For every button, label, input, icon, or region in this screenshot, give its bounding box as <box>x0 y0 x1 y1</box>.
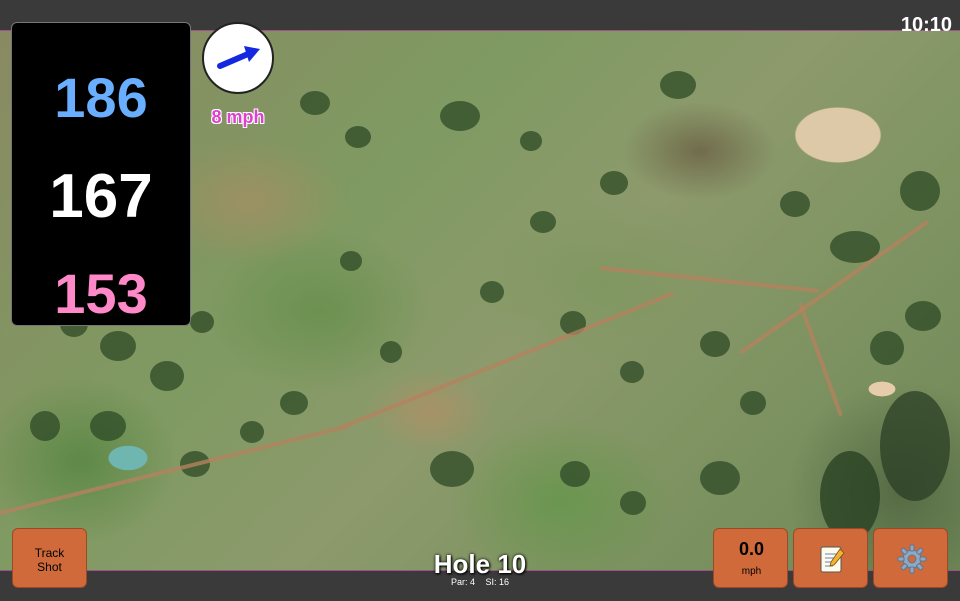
distance-center: 167 <box>49 162 153 231</box>
tree <box>100 331 136 361</box>
track-shot-button[interactable]: Track Shot <box>12 528 87 588</box>
tree <box>620 361 644 383</box>
tree <box>380 341 402 363</box>
speed-value: 0.0 <box>738 539 765 559</box>
distance-front: 153 <box>54 262 148 325</box>
gear-icon <box>897 544 927 574</box>
hole-title: Hole 10 <box>433 549 527 579</box>
tree <box>440 101 480 131</box>
tree <box>240 421 264 443</box>
tree <box>280 391 308 415</box>
track-shot-label: Track Shot <box>34 546 65 574</box>
tree <box>30 411 60 441</box>
wind-speed: 8 mph <box>211 107 265 127</box>
tree <box>190 311 214 333</box>
tree <box>905 301 941 331</box>
tree <box>150 361 184 391</box>
tree <box>600 171 628 195</box>
tree <box>900 171 940 211</box>
hole-stroke-index: SI: 16 <box>485 577 510 587</box>
cart-path <box>599 266 820 293</box>
tree <box>780 191 810 217</box>
clock: 10:10 <box>900 14 952 36</box>
hole-info: Par: 4 SI: 16 <box>380 577 580 587</box>
tree <box>345 126 371 148</box>
tree <box>560 461 590 487</box>
tree <box>660 71 696 99</box>
tree <box>740 391 766 415</box>
tree <box>870 331 904 365</box>
tree <box>530 211 556 233</box>
wind-indicator <box>202 22 274 94</box>
notepad-icon <box>820 546 845 573</box>
hole-par: Par: 4 <box>450 577 475 587</box>
cart-path <box>798 302 843 417</box>
wind-arrow-icon <box>217 46 260 69</box>
tree <box>340 251 362 271</box>
tree <box>520 131 542 151</box>
tree <box>300 91 330 115</box>
tree <box>700 461 740 495</box>
tree-line <box>880 391 950 501</box>
tree <box>430 451 474 487</box>
distance-panel: 186 167 153 <box>11 22 191 326</box>
tree <box>480 281 504 303</box>
speed-button[interactable]: 0.0 mph <box>713 528 788 588</box>
distance-back: 186 <box>54 66 148 129</box>
tree <box>620 491 646 515</box>
notes-button[interactable] <box>793 528 868 588</box>
tree <box>90 411 126 441</box>
settings-button[interactable] <box>873 528 948 588</box>
tree <box>700 331 730 357</box>
speed-unit: mph <box>741 566 762 577</box>
